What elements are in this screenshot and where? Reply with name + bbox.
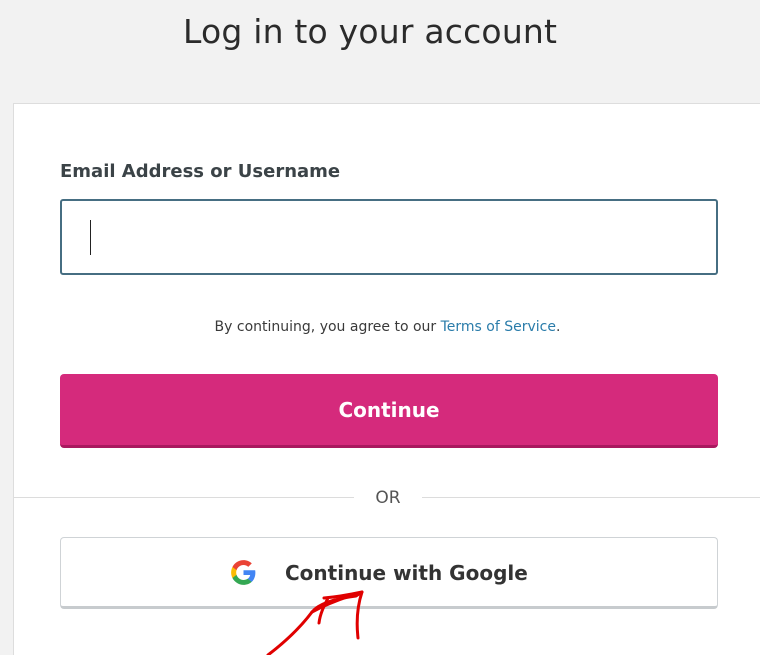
continue-button[interactable]: Continue	[60, 374, 718, 448]
text-cursor	[90, 220, 91, 255]
divider-line-right	[422, 497, 760, 498]
or-divider: OR	[14, 488, 760, 508]
page-title: Log in to your account	[183, 12, 558, 51]
email-field-label: Email Address or Username	[60, 161, 341, 182]
google-button-label: Continue with Google	[285, 561, 528, 585]
continue-with-google-button[interactable]: Continue with Google	[60, 537, 718, 609]
google-icon	[230, 559, 257, 586]
page-header: Log in to your account	[0, 0, 760, 104]
divider-line-left	[14, 497, 354, 498]
terms-of-service-link[interactable]: Terms of Service	[441, 319, 556, 335]
divider-text: OR	[375, 488, 401, 508]
login-card: Email Address or Username By continuing,…	[13, 103, 760, 655]
email-field[interactable]	[60, 199, 718, 275]
terms-prefix: By continuing, you agree to our	[214, 319, 441, 335]
terms-notice: By continuing, you agree to our Terms of…	[14, 317, 760, 337]
terms-suffix: .	[556, 319, 561, 335]
